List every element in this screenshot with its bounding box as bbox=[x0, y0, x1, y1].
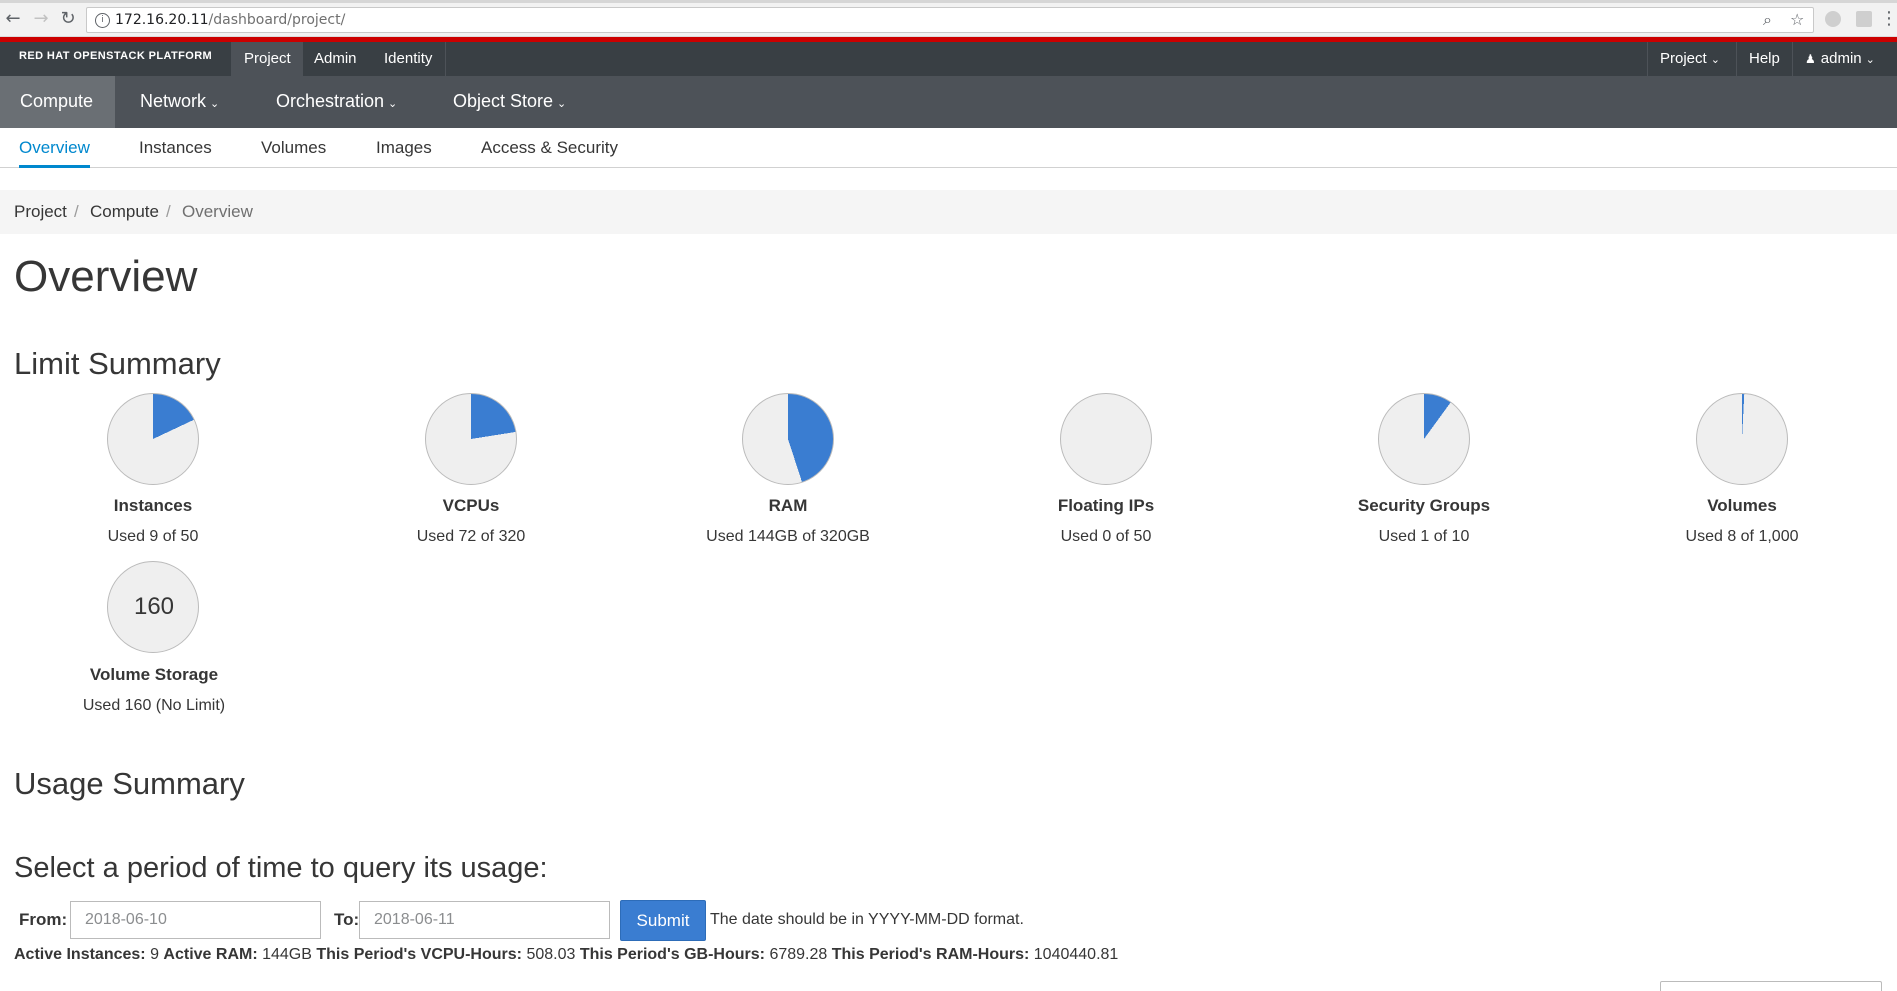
to-label: To: bbox=[334, 910, 360, 929]
volume-storage-label: Volume Storage bbox=[89, 665, 219, 684]
topnav-identity[interactable]: Identity bbox=[372, 42, 444, 76]
url-path: /dashboard/project/ bbox=[208, 12, 346, 28]
usage-summary-heading: Usage Summary bbox=[14, 766, 245, 801]
pie-usage-text: Used 1 of 10 bbox=[1378, 528, 1470, 545]
nav-object-store[interactable]: Object Store ⌄ bbox=[433, 76, 586, 128]
user-menu[interactable]: ♟ admin ⌄ bbox=[1793, 42, 1887, 76]
nav-object-store-label: Object Store bbox=[453, 91, 554, 111]
ram-hours-value: 1040440.81 bbox=[1033, 946, 1119, 963]
pie-chart-instances bbox=[107, 393, 199, 485]
tab-overview[interactable]: Overview bbox=[19, 138, 90, 158]
tab-images[interactable]: Images bbox=[376, 138, 432, 158]
breadcrumb-separator: / bbox=[74, 202, 79, 221]
pie-usage-text: Used 8 of 1,000 bbox=[1685, 528, 1799, 545]
brand-logo: RED HAT OPENSTACK PLATFORM bbox=[19, 50, 213, 62]
to-date-input[interactable] bbox=[359, 901, 610, 939]
date-format-hint: The date should be in YYYY-MM-DD format. bbox=[710, 911, 1024, 928]
pie-usage-text: Used 9 of 50 bbox=[107, 528, 199, 545]
query-period-heading: Select a period of time to query its usa… bbox=[14, 852, 548, 884]
active-tab-indicator bbox=[19, 165, 90, 168]
ram-hours-label: This Period's RAM-Hours: bbox=[831, 946, 1030, 963]
tab-volumes[interactable]: Volumes bbox=[261, 138, 326, 158]
tab-strip bbox=[0, 0, 1897, 3]
active-ram-label: Active RAM: bbox=[163, 946, 258, 963]
pie-chart-floating-ips bbox=[1060, 393, 1152, 485]
extension-icon[interactable] bbox=[1856, 11, 1872, 27]
pie-label: Volumes bbox=[1707, 496, 1777, 515]
gb-hours-label: This Period's GB-Hours: bbox=[579, 946, 765, 963]
bookmark-star-icon[interactable]: ☆ bbox=[1790, 10, 1804, 29]
pie-chart-ram bbox=[742, 393, 834, 485]
breadcrumb-compute[interactable]: Compute bbox=[90, 202, 159, 222]
page-title: Overview bbox=[14, 252, 198, 301]
user-name: admin bbox=[1820, 50, 1862, 67]
reload-icon[interactable]: ↻ bbox=[57, 8, 79, 30]
vcpu-hours-value: 508.03 bbox=[526, 946, 576, 963]
pie-usage-text: Used 0 of 50 bbox=[1060, 528, 1152, 545]
pie-chart-security-groups bbox=[1378, 393, 1470, 485]
url-host: 172.16.20.11 bbox=[115, 12, 209, 28]
browser-toolbar: ← → ↻ i 172.16.20.11/dashboard/project/ … bbox=[0, 0, 1897, 37]
nav-network[interactable]: Network ⌄ bbox=[120, 76, 239, 128]
tab-access-security[interactable]: Access & Security bbox=[481, 138, 618, 158]
chevron-down-icon: ⌄ bbox=[1710, 53, 1720, 66]
volume-storage-value: 160 bbox=[133, 593, 175, 620]
pie-usage-text: Used 72 of 320 bbox=[416, 528, 526, 545]
submit-button[interactable]: Submit bbox=[620, 900, 706, 941]
breadcrumb-project[interactable]: Project bbox=[14, 202, 67, 222]
secondary-nav: Overview Instances Volumes Images Access… bbox=[0, 128, 1897, 168]
project-menu-label: Project bbox=[1660, 50, 1707, 67]
download-csv-button[interactable] bbox=[1660, 981, 1882, 991]
active-instances-value: 9 bbox=[150, 946, 159, 963]
url-text: 172.16.20.11/dashboard/project/ bbox=[115, 12, 345, 28]
from-label: From: bbox=[19, 910, 68, 929]
volume-storage-circle: 160 bbox=[107, 561, 199, 653]
limit-summary-heading: Limit Summary bbox=[14, 346, 221, 381]
volume-storage-usage: Used 160 (No Limit) bbox=[82, 697, 226, 714]
nav-network-label: Network bbox=[140, 91, 207, 111]
breadcrumb-separator: / bbox=[166, 202, 171, 221]
from-date-input[interactable] bbox=[70, 901, 321, 939]
chart-volume-storage: 160 bbox=[107, 561, 199, 653]
topnav-project[interactable]: Project bbox=[232, 42, 303, 76]
breadcrumb: Project / Compute / Overview bbox=[0, 190, 1897, 234]
zoom-icon[interactable]: ⌕ bbox=[1763, 10, 1772, 30]
project-menu[interactable]: Project ⌄ bbox=[1648, 42, 1732, 76]
chevron-down-icon: ⌄ bbox=[557, 97, 567, 110]
nav-orchestration-label: Orchestration bbox=[276, 91, 385, 111]
tab-instances[interactable]: Instances bbox=[139, 138, 212, 158]
user-icon: ♟ bbox=[1805, 52, 1816, 66]
breadcrumb-overview: Overview bbox=[182, 202, 253, 221]
usage-stats: Active Instances: 9 Active RAM: 144GB Th… bbox=[14, 946, 1118, 964]
primary-nav: Compute Network ⌄ Orchestration ⌄ Object S… bbox=[0, 76, 1897, 128]
address-bar[interactable]: i 172.16.20.11/dashboard/project/ ⌕ ☆ bbox=[86, 7, 1814, 33]
help-link[interactable]: Help bbox=[1737, 42, 1792, 76]
pie-chart-volumes bbox=[1696, 393, 1788, 485]
pie-label: Instances bbox=[113, 496, 193, 515]
back-icon[interactable]: ← bbox=[2, 8, 24, 30]
vcpu-hours-label: This Period's VCPU-Hours: bbox=[316, 946, 522, 963]
pie-label: Floating IPs bbox=[1057, 496, 1155, 515]
chevron-down-icon: ⌄ bbox=[388, 97, 398, 110]
extension-icon[interactable] bbox=[1825, 11, 1841, 27]
info-icon[interactable]: i bbox=[95, 13, 110, 28]
gb-hours-value: 6789.28 bbox=[769, 946, 828, 963]
topnav-admin[interactable]: Admin bbox=[302, 42, 369, 76]
active-instances-label: Active Instances: bbox=[14, 946, 146, 963]
pie-label: Security Groups bbox=[1357, 496, 1491, 515]
pie-label: RAM bbox=[768, 496, 808, 515]
nav-orchestration[interactable]: Orchestration ⌄ bbox=[256, 76, 417, 128]
masthead: RED HAT OPENSTACK PLATFORM Project Admin… bbox=[0, 42, 1897, 76]
forward-icon[interactable]: → bbox=[30, 8, 52, 30]
pie-chart-vcpus bbox=[425, 393, 517, 485]
chevron-down-icon: ⌄ bbox=[1865, 53, 1875, 66]
pie-usage-text: Used 144GB of 320GB bbox=[706, 528, 870, 545]
nav-compute[interactable]: Compute bbox=[0, 76, 115, 128]
divider bbox=[445, 42, 446, 76]
active-ram-value: 144GB bbox=[262, 946, 312, 963]
chevron-down-icon: ⌄ bbox=[210, 97, 220, 110]
menu-icon[interactable]: ⋮ bbox=[1880, 8, 1897, 30]
pie-label: VCPUs bbox=[442, 496, 500, 515]
